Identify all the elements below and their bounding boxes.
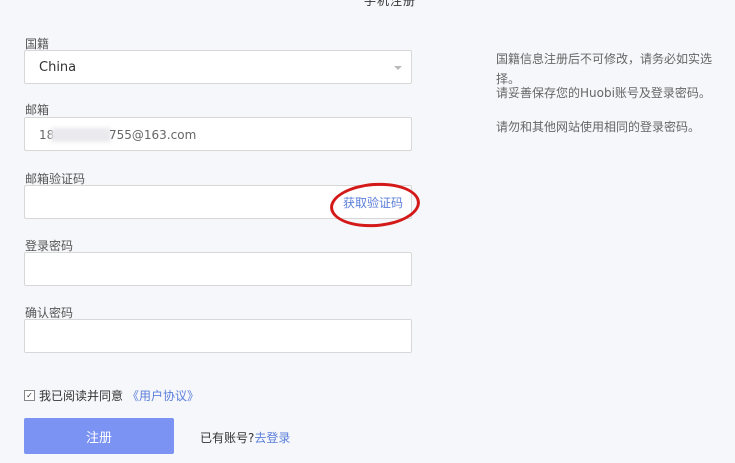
redacted-mask [51,128,111,142]
nationality-select[interactable]: China [24,50,412,84]
agreement-row: ✓ 我已阅读并同意 《用户协议》 [24,387,199,404]
email-label: 邮箱 [25,103,50,117]
confirm-password-field[interactable] [24,319,412,353]
have-account-text: 已有账号? [200,431,255,445]
login-link[interactable]: 去登录 [254,431,290,445]
agreement-checkbox[interactable]: ✓ [24,390,35,401]
note-nationality: 国籍信息注册后不可修改，请务必如实选择。 [496,52,713,86]
user-agreement-link[interactable]: 《用户协议》 [127,387,199,404]
nationality-value: China [39,60,77,75]
chevron-down-icon [394,66,402,70]
have-account-row: 已有账号?去登录 [200,429,290,446]
email-value-suffix: 755@163.com [109,128,197,142]
note-save-account: 请妥善保存您的Huobi账号及登录密码。 [496,86,711,100]
notes-panel: 国籍信息注册后不可修改，请务必如实选择。 请妥善保存您的Huobi账号及登录密码… [496,49,735,151]
register-mode-tab[interactable]: 手机注册 [364,0,416,9]
password-field[interactable] [24,252,412,286]
register-button[interactable]: 注册 [24,418,174,454]
email-field[interactable]: 18 755@163.com [24,117,412,151]
note-password: 请勿和其他网站使用相同的登录密码。 [496,120,701,134]
agreement-text: 我已阅读并同意 [39,389,124,403]
